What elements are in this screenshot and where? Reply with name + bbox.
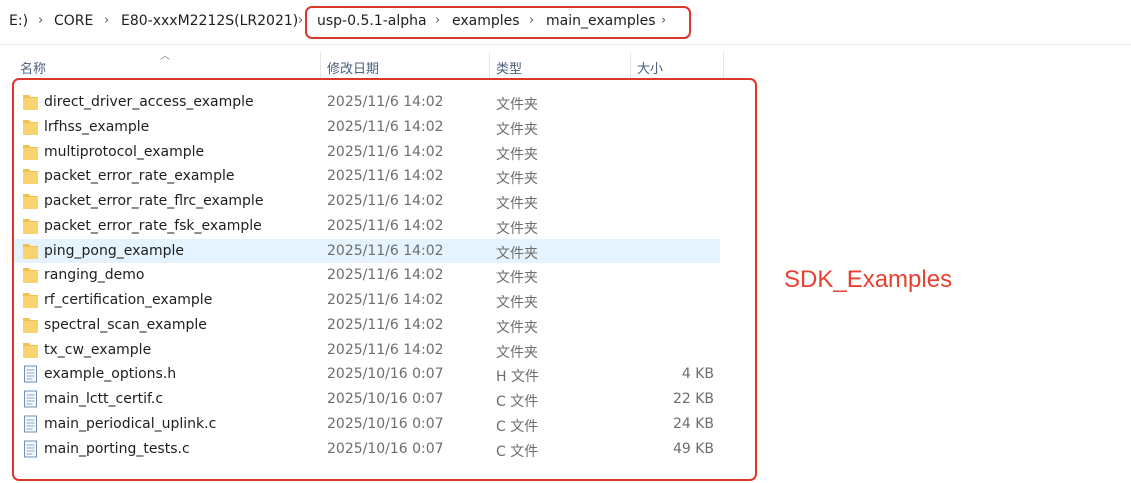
- column-divider[interactable]: [630, 52, 631, 78]
- breadcrumb-e80[interactable]: E80-xxxM2212S(LR2021): [121, 13, 298, 29]
- column-header-type[interactable]: 类型: [496, 58, 522, 77]
- annotation-label: SDK_Examples: [784, 266, 953, 293]
- column-header-size[interactable]: 大小: [637, 58, 663, 77]
- column-divider[interactable]: [723, 52, 724, 78]
- breadcrumb-core[interactable]: CORE: [54, 13, 93, 29]
- address-bar-divider: [0, 44, 1131, 45]
- column-header-modified[interactable]: 修改日期: [327, 58, 379, 77]
- chevron-right-icon[interactable]: ›: [38, 13, 43, 28]
- column-divider[interactable]: [489, 52, 490, 78]
- chevron-right-icon[interactable]: ›: [104, 13, 109, 28]
- sort-ascending-icon: ︿: [160, 51, 170, 62]
- chevron-right-icon[interactable]: ›: [298, 13, 303, 28]
- breadcrumb-drive[interactable]: E:): [9, 13, 28, 29]
- breadcrumb-highlight-box: [305, 6, 691, 39]
- file-list-highlight-box: [12, 78, 757, 481]
- column-divider[interactable]: [320, 52, 321, 78]
- column-header-name[interactable]: 名称: [20, 58, 46, 77]
